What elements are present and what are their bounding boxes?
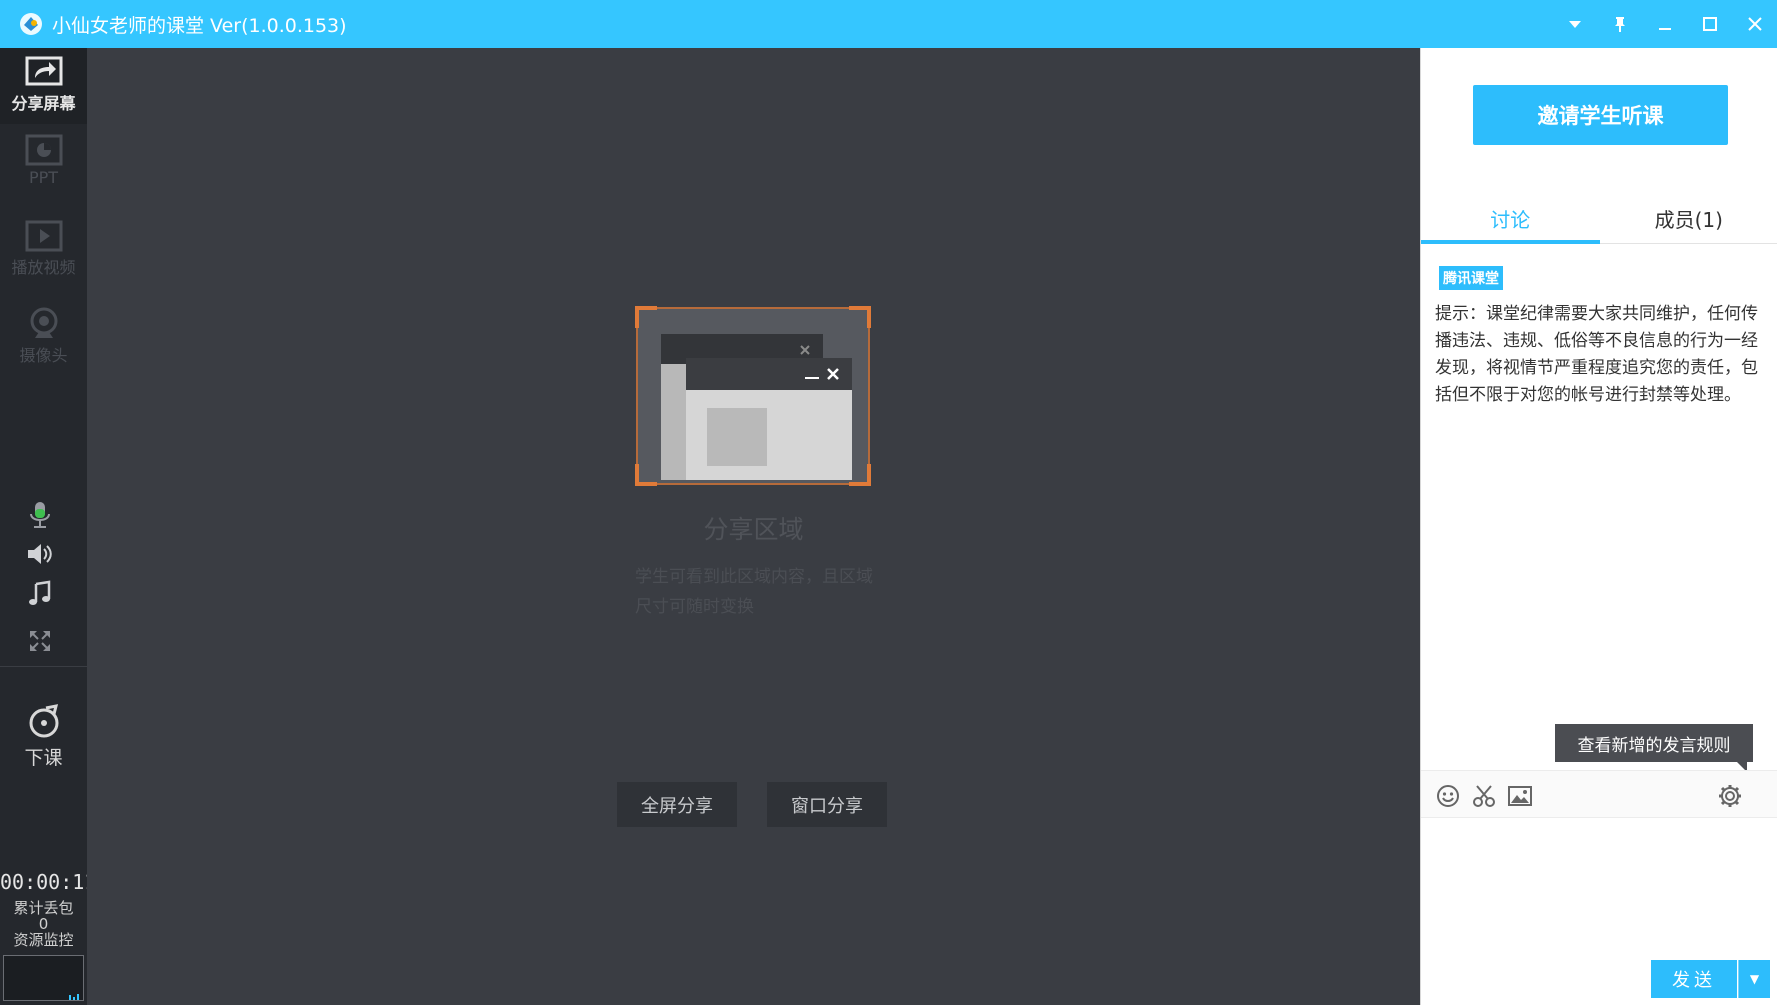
fullscreen-button[interactable] (0, 628, 80, 654)
speaker-button[interactable] (0, 540, 80, 568)
fullscreen-share-button[interactable]: 全屏分享 (617, 782, 737, 827)
sidebar-item-play-video[interactable]: 播放视频 (0, 220, 87, 292)
emoji-icon[interactable] (1435, 783, 1461, 809)
title-bar: 小仙女老师的课堂 Ver(1.0.0.153) (0, 0, 1777, 48)
chat-toolbar (1421, 770, 1777, 818)
minimize-icon (1658, 28, 1671, 30)
sidebar-item-label: 分享屏幕 (11, 94, 76, 113)
microphone-button[interactable] (0, 500, 80, 530)
pin-icon (1614, 17, 1625, 32)
window-controls (1552, 0, 1777, 48)
tencent-classroom-badge: 腾讯课堂 (1439, 266, 1503, 290)
left-toolbar: 分享屏幕 PPT 播放视频 摄像头 下课 00:00:11 累计丢包 0 资源监… (0, 48, 97, 1005)
sidebar-item-ppt[interactable]: PPT (0, 134, 87, 206)
right-panel: 邀请学生听课 讨论 成员(1) 腾讯课堂 提示：课堂纪律需要大家共同维护，任何传… (1420, 48, 1777, 1005)
toolbar-divider (0, 666, 87, 667)
sidebar-item-label: PPT (28, 168, 59, 187)
end-class-button[interactable]: 下课 (0, 703, 87, 783)
pin-button[interactable] (1597, 0, 1642, 48)
maximize-button[interactable] (1687, 0, 1732, 48)
tab-discussion[interactable]: 讨论 (1421, 194, 1600, 244)
send-options-button[interactable]: ▼ (1738, 960, 1770, 998)
monitor-bar (73, 997, 75, 1000)
end-class-label: 下课 (24, 747, 63, 769)
sidebar-item-label: 摄像头 (19, 346, 68, 365)
monitor-bar (77, 994, 79, 1000)
resource-monitor-graph (3, 955, 84, 1001)
chevron-down-icon (1568, 21, 1581, 28)
image-icon[interactable] (1507, 783, 1533, 809)
gear-icon[interactable] (1717, 783, 1743, 809)
resource-monitor-label: 资源监控 (13, 931, 74, 949)
sidebar-item-share-screen[interactable]: 分享屏幕 (0, 48, 87, 124)
monitor-bar (69, 995, 71, 1000)
send-button[interactable]: 发送 (1651, 960, 1737, 998)
window-title: 小仙女老师的课堂 Ver(1.0.0.153) (52, 14, 347, 37)
class-timer: 00:00:11 (0, 870, 97, 894)
panel-tabs: 讨论 成员(1) (1421, 194, 1777, 244)
music-note-icon (29, 580, 51, 605)
microphone-icon (30, 502, 50, 528)
caret-down-icon: ▼ (1749, 972, 1760, 986)
close-icon (1747, 17, 1762, 31)
packet-loss-label: 累计丢包 (13, 899, 74, 917)
share-description: 学生可看到此区域内容，且区域尺寸可随时变换 (635, 567, 873, 617)
expand-icon (30, 631, 50, 651)
window-share-button[interactable]: 窗口分享 (767, 782, 887, 827)
share-title: 分享区域 (703, 515, 804, 544)
share-screen-icon (25, 56, 62, 86)
camera-icon (30, 307, 57, 338)
sidebar-item-camera[interactable]: 摄像头 (0, 306, 87, 378)
end-class-icon (29, 704, 58, 738)
scissors-icon[interactable] (1471, 783, 1497, 809)
play-video-icon (25, 220, 62, 252)
tab-members[interactable]: 成员(1) (1600, 194, 1777, 243)
close-button[interactable] (1732, 0, 1777, 48)
minimize-button[interactable] (1642, 0, 1687, 48)
sidebar-item-label: 播放视频 (11, 258, 76, 277)
share-region-illustration (635, 306, 871, 486)
share-area: 分享区域 学生可看到此区域内容，且区域尺寸可随时变换 全屏分享 窗口分享 (87, 48, 1420, 1005)
discipline-notice: 提示：课堂纪律需要大家共同维护，任何传播违法、违规、低俗等不良信息的行为一经发现… (1435, 304, 1758, 405)
app-logo-icon (20, 13, 42, 35)
invite-students-button[interactable]: 邀请学生听课 (1473, 85, 1728, 145)
ppt-icon (25, 134, 62, 166)
packet-loss-value: 0 (38, 915, 49, 933)
dropdown-button[interactable] (1552, 0, 1597, 48)
speaking-rules-tooltip[interactable]: 查看新增的发言规则 (1555, 724, 1753, 772)
maximize-icon (1702, 17, 1717, 31)
music-button[interactable] (0, 580, 80, 608)
speaker-icon (28, 544, 52, 564)
